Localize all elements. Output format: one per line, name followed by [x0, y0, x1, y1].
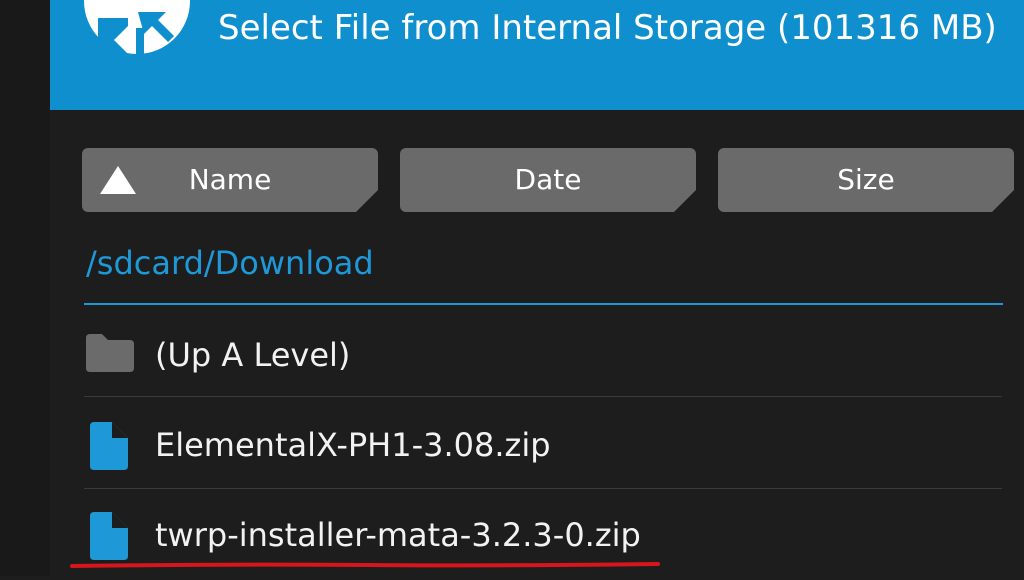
- list-item-file[interactable]: ElementalX-PH1-3.08.zip: [84, 400, 1002, 490]
- twrp-logo-icon: [84, 0, 190, 54]
- list-item-label: (Up A Level): [155, 336, 351, 374]
- sort-by-size-button[interactable]: Size: [718, 148, 1014, 212]
- current-path: /sdcard/Download: [86, 244, 374, 282]
- folder-icon: [86, 334, 134, 372]
- list-item-up-level[interactable]: (Up A Level): [84, 310, 1002, 400]
- list-item-label: twrp-installer-mata-3.2.3-0.zip: [155, 516, 641, 554]
- sort-by-date-button[interactable]: Date: [400, 148, 696, 212]
- sort-size-label: Size: [837, 163, 895, 196]
- file-icon: [90, 512, 128, 560]
- list-item-label: ElementalX-PH1-3.08.zip: [155, 426, 551, 464]
- path-divider: [84, 303, 1003, 305]
- header-subtitle: Select File from Internal Storage (10131…: [218, 8, 997, 48]
- highlight-underline: [70, 562, 660, 568]
- sort-date-label: Date: [514, 163, 582, 196]
- sort-ascending-icon: [98, 164, 138, 196]
- left-margin: [0, 0, 50, 576]
- file-icon: [90, 422, 128, 470]
- sort-by-name-button[interactable]: Name: [82, 148, 378, 212]
- row-divider: [84, 396, 1002, 397]
- row-divider: [84, 488, 1002, 489]
- sort-name-label: Name: [188, 163, 272, 196]
